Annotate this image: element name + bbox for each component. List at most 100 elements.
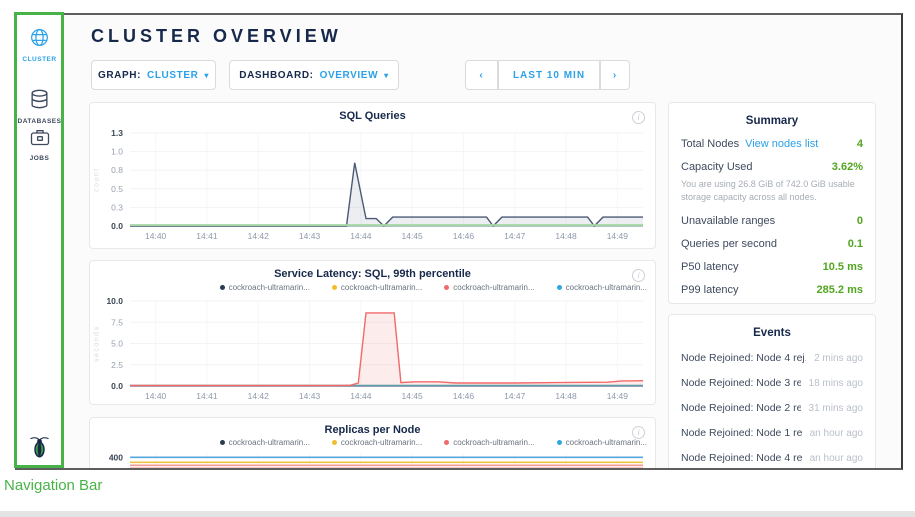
dashboard-dropdown-label: DASHBOARD: [239, 70, 313, 81]
y-axis-label: count [92, 133, 102, 226]
svg-text:7.5: 7.5 [111, 317, 123, 327]
svg-text:14:44: 14:44 [350, 231, 372, 241]
time-range-selector: ‹ LAST 10 MIN › [465, 60, 630, 90]
svg-text:14:40: 14:40 [145, 391, 167, 401]
event-text: Node Rejoined: Node 2 rej... [681, 402, 801, 414]
cockroach-logo[interactable] [16, 434, 63, 464]
summary-row-note: You are using 26.8 GiB of 742.0 GiB usab… [681, 178, 863, 204]
svg-text:0.3: 0.3 [111, 202, 123, 212]
events-panel: Events Node Rejoined: Node 4 rej...2 min… [668, 314, 876, 470]
navigation-bar-annotation-label: Navigation Bar [4, 477, 102, 494]
sidebar-item-databases[interactable]: DATABASES [16, 89, 63, 125]
y-axis-label: seconds [92, 301, 102, 386]
bottom-strip [0, 511, 915, 517]
svg-text:10.0: 10.0 [106, 296, 123, 306]
summary-row-label: Queries per second [681, 238, 777, 250]
summary-row-value: 285.2 ms [817, 284, 863, 296]
svg-text:14:40: 14:40 [145, 231, 167, 241]
event-time: 18 mins ago [809, 378, 863, 389]
summary-row: P50 latency 10.5 ms [681, 261, 863, 273]
svg-text:14:43: 14:43 [299, 391, 321, 401]
globe-icon [29, 27, 50, 48]
event-time: 2 mins ago [814, 353, 863, 364]
event-text: Node Rejoined: Node 1 rej... [681, 427, 802, 439]
summary-row-value: 4 [857, 138, 863, 150]
event-row[interactable]: Node Rejoined: Node 4 rej...2 mins ago [681, 352, 863, 364]
summary-row: Queries per second 0.1 [681, 238, 863, 250]
summary-row-value: 3.62% [832, 161, 863, 173]
event-row[interactable]: Node Rejoined: Node 4 rej...an hour ago [681, 452, 863, 464]
svg-text:14:49: 14:49 [607, 391, 629, 401]
summary-row: Total Nodes View nodes list 4 [681, 138, 863, 150]
summary-title: Summary [681, 115, 863, 127]
app-window: CLUSTER DATABASES [15, 13, 903, 470]
view-nodes-link[interactable]: View nodes list [745, 138, 818, 150]
svg-text:1.0: 1.0 [111, 147, 123, 157]
svg-text:14:46: 14:46 [453, 391, 475, 401]
event-row[interactable]: Node Rejoined: Node 3 rej... 18 mins ago [681, 377, 863, 389]
chevron-down-icon: ▾ [384, 71, 389, 80]
summary-row: Capacity Used 3.62% [681, 161, 863, 173]
svg-text:1.3: 1.3 [111, 128, 123, 138]
time-prev-button[interactable]: ‹ [465, 60, 498, 90]
sidebar-item-cluster[interactable]: CLUSTER [16, 27, 63, 63]
sidebar-item-jobs[interactable]: JOBS [16, 128, 63, 162]
svg-text:14:43: 14:43 [299, 231, 321, 241]
summary-rows: Total Nodes View nodes list 4 Capacity Used… [681, 138, 863, 296]
summary-row-label: Total Nodes [681, 138, 739, 150]
svg-text:14:44: 14:44 [350, 391, 372, 401]
summary-row-label: Unavailable ranges [681, 215, 775, 227]
event-time: 31 mins ago [809, 403, 863, 414]
chart-plot: 40014:4014:4114:4214:4314:4414:4514:4614… [90, 418, 657, 470]
svg-text:14:48: 14:48 [555, 231, 577, 241]
service-latency-chart: Service Latency: SQL, 99th percentileico… [89, 260, 656, 405]
svg-text:14:45: 14:45 [402, 231, 424, 241]
chart-plot: 0.02.55.07.510.014:4014:4114:4214:4314:4… [90, 261, 657, 406]
event-row[interactable]: Node Rejoined: Node 2 rej... 31 mins ago [681, 402, 863, 414]
page: CLUSTER DATABASES [0, 0, 915, 517]
time-next-button[interactable]: › [600, 60, 630, 90]
svg-text:14:49: 14:49 [607, 231, 629, 241]
summary-row-value: 0.1 [848, 238, 863, 250]
events-title: Events [681, 327, 863, 339]
events-rows: Node Rejoined: Node 4 rej...2 mins agoNo… [681, 352, 863, 464]
event-text: Node Rejoined: Node 3 rej... [681, 377, 801, 389]
svg-text:5.0: 5.0 [111, 339, 123, 349]
summary-panel: Summary Total Nodes View nodes list 4 Capac… [668, 102, 876, 304]
navigation-bar: CLUSTER DATABASES [16, 15, 63, 468]
sidebar-item-label: DATABASES [16, 118, 63, 125]
svg-text:0.5: 0.5 [111, 184, 123, 194]
svg-text:400: 400 [109, 452, 123, 462]
summary-row: Unavailable ranges0 [681, 215, 863, 227]
replicas-per-node-chart: Replicas per Nodeicockroach-ultramarin..… [89, 417, 656, 470]
svg-text:14:48: 14:48 [555, 391, 577, 401]
event-text: Node Rejoined: Node 4 rej... [681, 452, 802, 464]
event-row[interactable]: Node Rejoined: Node 1 rej...an hour ago [681, 427, 863, 439]
graph-dropdown-label: GRAPH: [98, 70, 141, 81]
summary-row-value: 10.5 ms [823, 261, 863, 273]
summary-row-label: Capacity Used [681, 161, 753, 173]
sidebar-item-label: JOBS [16, 155, 63, 162]
svg-text:14:46: 14:46 [453, 231, 475, 241]
summary-row-label: P99 latency [681, 284, 738, 296]
svg-text:14:42: 14:42 [248, 231, 270, 241]
dashboard-dropdown[interactable]: DASHBOARD: OVERVIEW ▾ [229, 60, 399, 90]
cockroach-icon [28, 434, 51, 459]
summary-row-label: P50 latency [681, 261, 738, 273]
svg-text:14:47: 14:47 [504, 391, 526, 401]
svg-text:14:41: 14:41 [196, 391, 218, 401]
database-icon [30, 89, 49, 110]
chart-plot: 0.00.30.50.81.01.314:4014:4114:4214:4314… [90, 103, 657, 250]
svg-text:0.0: 0.0 [111, 381, 123, 391]
time-range-button[interactable]: LAST 10 MIN [498, 60, 600, 90]
svg-text:14:42: 14:42 [248, 391, 270, 401]
summary-row: P99 latency 285.2 ms [681, 284, 863, 296]
graph-dropdown[interactable]: GRAPH: CLUSTER ▾ [91, 60, 216, 90]
sidebar-item-label: CLUSTER [16, 56, 63, 63]
svg-text:0.0: 0.0 [111, 221, 123, 231]
page-title: CLUSTER OVERVIEW [91, 26, 342, 47]
svg-text:14:45: 14:45 [402, 391, 424, 401]
briefcase-icon [30, 128, 50, 147]
chevron-down-icon: ▾ [204, 71, 209, 80]
dashboard-dropdown-value: OVERVIEW [320, 70, 379, 81]
